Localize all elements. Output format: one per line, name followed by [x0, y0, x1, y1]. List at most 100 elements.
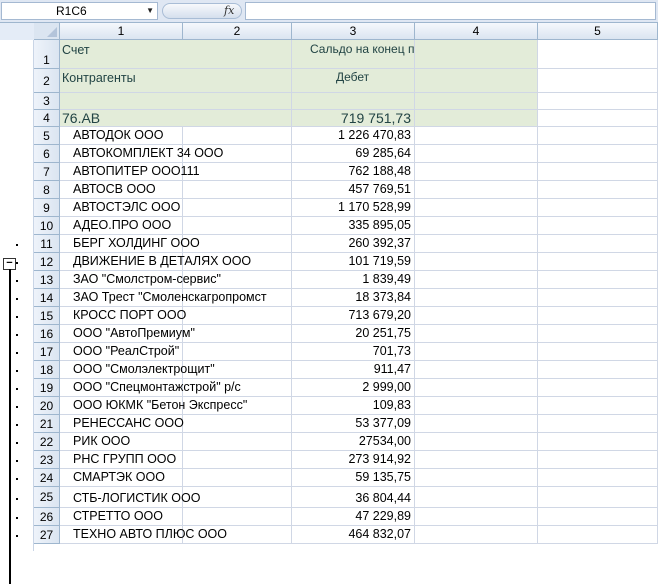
cell[interactable]: [415, 469, 538, 487]
cell[interactable]: [415, 235, 538, 253]
row-header[interactable]: 7: [34, 163, 60, 181]
cell[interactable]: [183, 110, 292, 127]
row-header[interactable]: 21: [34, 415, 60, 433]
cell[interactable]: 18 373,84: [292, 289, 415, 307]
cell[interactable]: [183, 289, 292, 307]
cell[interactable]: [415, 69, 538, 93]
row-header[interactable]: 27: [34, 526, 60, 544]
cell[interactable]: [183, 199, 292, 217]
cell[interactable]: [415, 145, 538, 163]
cell[interactable]: 273 914,92: [292, 451, 415, 469]
cell[interactable]: АДЕО.ПРО ООО: [60, 217, 183, 235]
row-header[interactable]: 4: [34, 110, 60, 127]
row-header[interactable]: 17: [34, 343, 60, 361]
row-header[interactable]: 13: [34, 271, 60, 289]
row-header[interactable]: 26: [34, 508, 60, 526]
cell[interactable]: [183, 163, 292, 181]
row-header[interactable]: 18: [34, 361, 60, 379]
cell[interactable]: АВТОСТЭЛС ООО: [60, 199, 183, 217]
cell[interactable]: [415, 433, 538, 451]
cell[interactable]: ООО ЮКМК "Бетон Экспресс": [60, 397, 247, 415]
cell[interactable]: [183, 181, 292, 199]
row-header[interactable]: 10: [34, 217, 60, 235]
cell[interactable]: 1 170 528,99: [292, 199, 415, 217]
cell[interactable]: [183, 40, 292, 69]
cell[interactable]: [415, 217, 538, 235]
cell[interactable]: [292, 93, 415, 110]
row-header[interactable]: 19: [34, 379, 60, 397]
cell[interactable]: СМАРТЭК ООО: [60, 469, 183, 487]
row-header[interactable]: 14: [34, 289, 60, 307]
cell[interactable]: [538, 508, 658, 526]
cell[interactable]: БЕРГ ХОЛДИНГ ООО: [60, 235, 200, 253]
column-header-3[interactable]: 3: [292, 23, 415, 40]
cell[interactable]: [415, 181, 538, 199]
cell[interactable]: [415, 163, 538, 181]
cell[interactable]: ООО "РеалСтрой": [60, 343, 183, 361]
column-header-2[interactable]: 2: [183, 23, 292, 40]
cell[interactable]: 27534,00: [292, 433, 415, 451]
row-header[interactable]: 20: [34, 397, 60, 415]
row-header[interactable]: 3: [34, 93, 60, 110]
cell[interactable]: [538, 415, 658, 433]
cell[interactable]: [538, 469, 658, 487]
cell[interactable]: 109,83: [292, 397, 415, 415]
row-header[interactable]: 15: [34, 307, 60, 325]
cell[interactable]: АВТОПИТЕР ООО111: [60, 163, 200, 181]
cell[interactable]: ООО "Смолэлектрощит": [60, 361, 215, 379]
cell[interactable]: 335 895,05: [292, 217, 415, 235]
cell[interactable]: [183, 433, 292, 451]
cell[interactable]: 1 226 470,83: [292, 127, 415, 145]
cell[interactable]: [183, 253, 292, 271]
row-header[interactable]: 2: [34, 69, 60, 93]
row-header[interactable]: 9: [34, 199, 60, 217]
cell[interactable]: СТРЕТТО ООО: [60, 508, 183, 526]
cell[interactable]: [415, 415, 538, 433]
cell[interactable]: 1 839,49: [292, 271, 415, 289]
cell[interactable]: 457 769,51: [292, 181, 415, 199]
cell[interactable]: [183, 145, 292, 163]
cell[interactable]: Контрагенты: [60, 69, 183, 93]
cell[interactable]: 36 804,44: [292, 487, 415, 508]
cell[interactable]: ТЕХНО АВТО ПЛЮС ООО: [60, 526, 227, 544]
cell[interactable]: [538, 361, 658, 379]
cell[interactable]: [183, 325, 292, 343]
cell[interactable]: [538, 235, 658, 253]
cell[interactable]: [538, 526, 658, 544]
cell[interactable]: [415, 526, 538, 544]
cell[interactable]: [415, 271, 538, 289]
cell[interactable]: [415, 93, 538, 110]
cell[interactable]: [538, 181, 658, 199]
chevron-down-icon[interactable]: ▼: [146, 3, 154, 19]
cell[interactable]: [538, 199, 658, 217]
row-header[interactable]: 16: [34, 325, 60, 343]
cell[interactable]: [415, 379, 538, 397]
cell[interactable]: [538, 253, 658, 271]
cell[interactable]: АВТОСВ ООО: [60, 181, 183, 199]
cell[interactable]: [415, 361, 538, 379]
cell[interactable]: 101 719,59: [292, 253, 415, 271]
cell[interactable]: [183, 397, 292, 415]
cell[interactable]: [183, 469, 292, 487]
cell[interactable]: [415, 199, 538, 217]
cell[interactable]: 69 285,64: [292, 145, 415, 163]
cell[interactable]: [538, 110, 658, 127]
cell[interactable]: [538, 397, 658, 415]
cell[interactable]: [538, 379, 658, 397]
cell[interactable]: ООО "Спецмонтажстрой" р/с: [60, 379, 241, 397]
name-box[interactable]: R1C6 ▼: [1, 2, 158, 20]
cell[interactable]: [183, 217, 292, 235]
cell[interactable]: АВТОДОК ООО: [60, 127, 183, 145]
cell[interactable]: [538, 487, 658, 508]
cell[interactable]: [538, 271, 658, 289]
cell[interactable]: [183, 93, 292, 110]
cell[interactable]: 47 229,89: [292, 508, 415, 526]
cell[interactable]: [183, 508, 292, 526]
insert-function-icon[interactable]: fx: [224, 2, 234, 19]
cell[interactable]: 464 832,07: [292, 526, 415, 544]
cell[interactable]: [415, 307, 538, 325]
cell[interactable]: Дебет: [292, 69, 415, 93]
cell[interactable]: [538, 343, 658, 361]
cell[interactable]: [415, 343, 538, 361]
column-header-5[interactable]: 5: [538, 23, 658, 40]
